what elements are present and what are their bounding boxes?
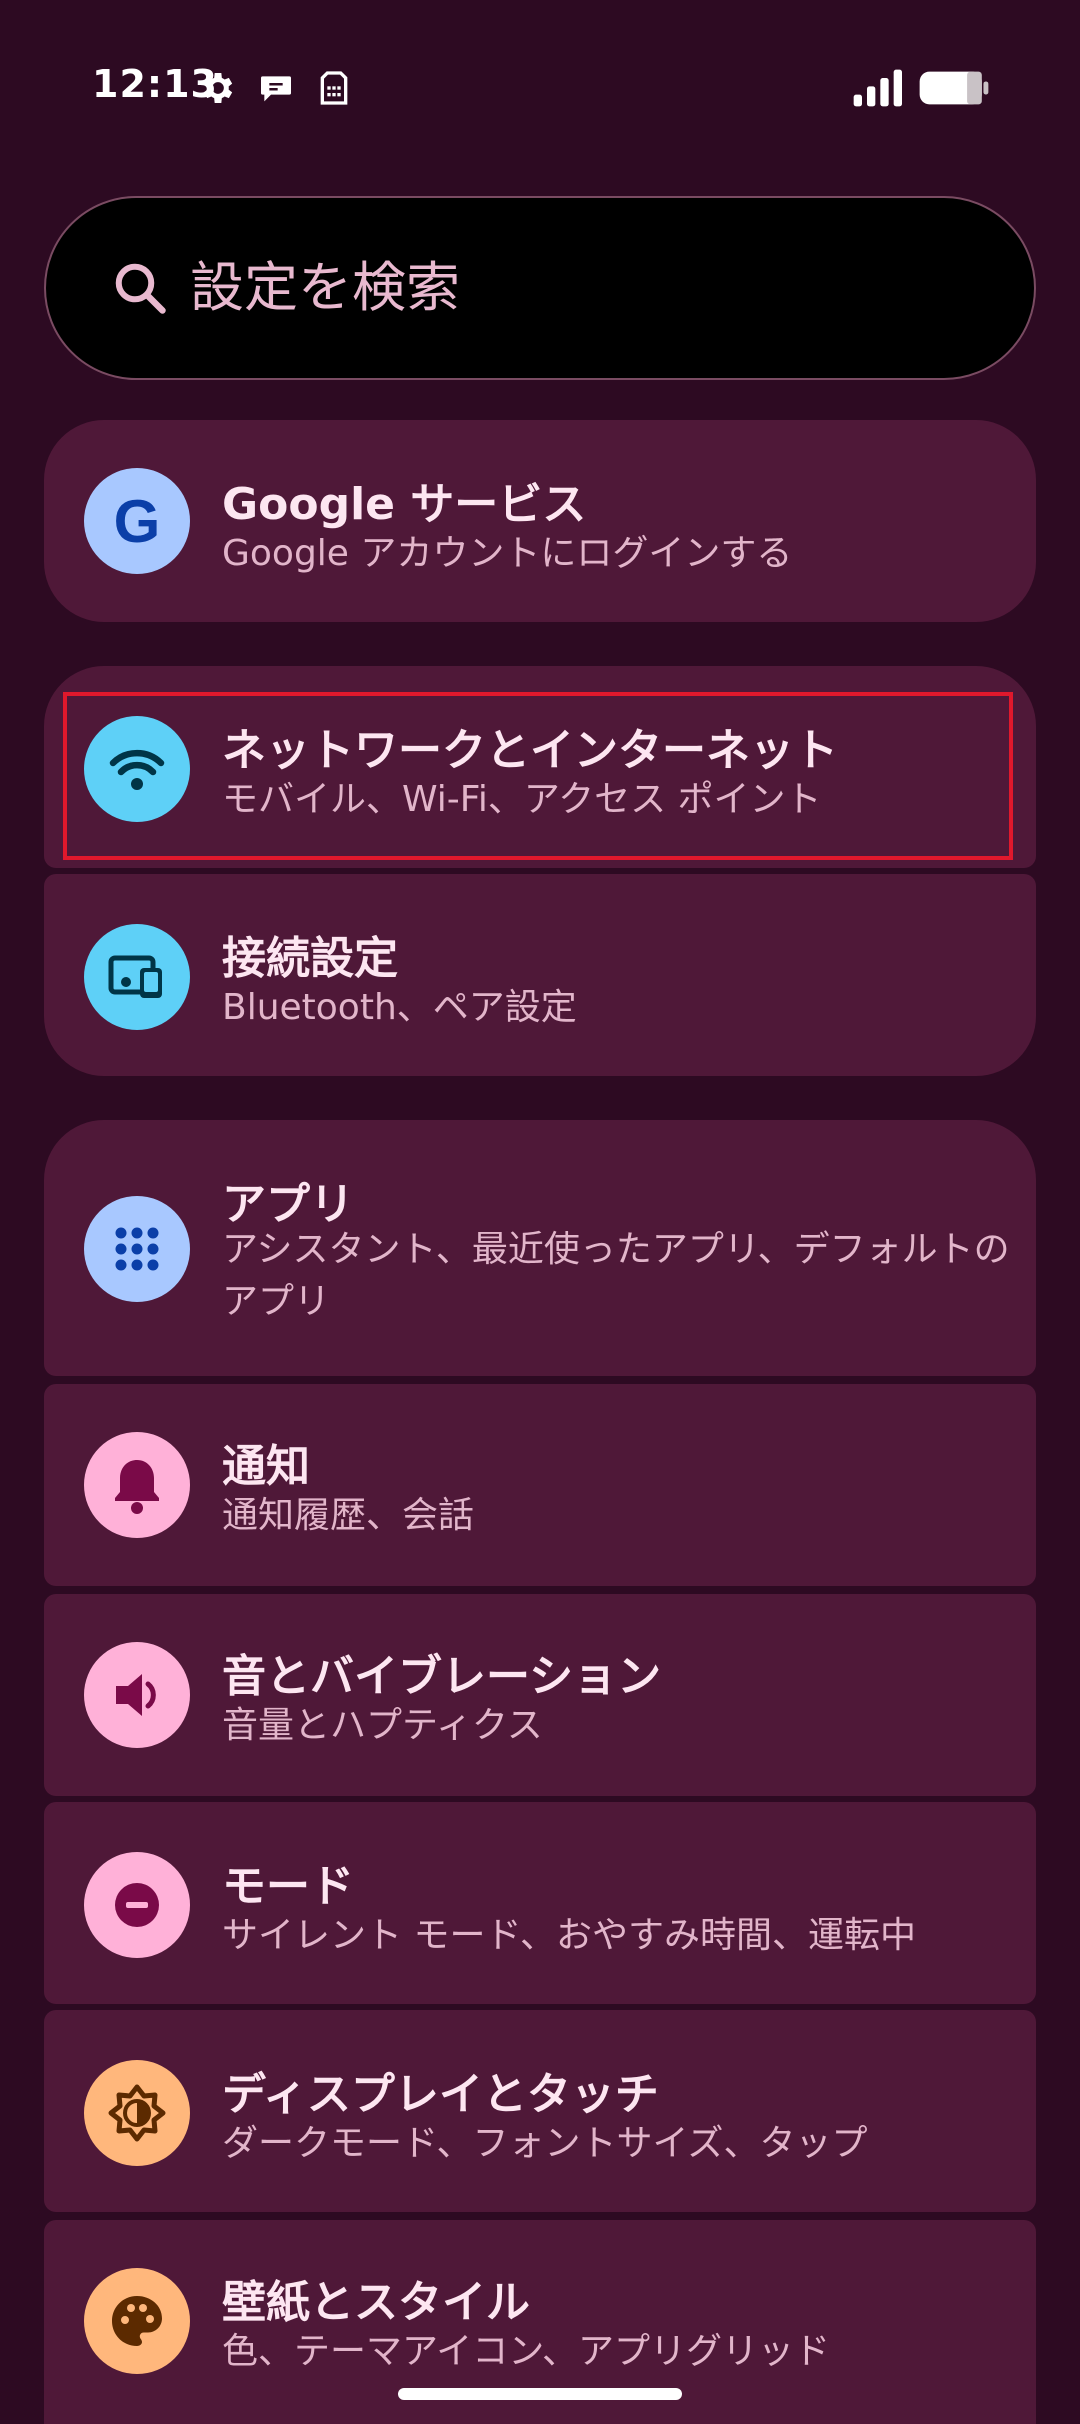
settings-item-subtitle: ダークモード、フォントサイズ、タップ bbox=[222, 2123, 868, 2164]
settings-item-subtitle: Google アカウントにログインする bbox=[222, 533, 793, 574]
chat-bubble-icon bbox=[256, 68, 296, 108]
settings-item-title: 音とバイブレーション bbox=[222, 1651, 662, 1702]
search-bar[interactable]: 設定を検索 bbox=[44, 196, 1036, 380]
settings-item-sound[interactable]: 音とバイブレーション 音量とハプティクス bbox=[44, 1594, 1036, 1796]
settings-item-title: 通知 bbox=[222, 1441, 310, 1492]
brightness-icon bbox=[84, 2060, 190, 2166]
settings-item-apps[interactable]: アプリ アシスタント、最近使ったアプリ、デフォルトのアプリ bbox=[44, 1120, 1036, 1376]
settings-item-subtitle: サイレント モード、おやすみ時間、運転中 bbox=[222, 1915, 917, 1956]
wifi-icon bbox=[84, 716, 190, 822]
settings-item-google[interactable]: G Google サービス Google アカウントにログインする bbox=[44, 420, 1036, 622]
settings-item-notifications[interactable]: 通知 通知履歴、会話 bbox=[44, 1384, 1036, 1586]
connected-devices-icon bbox=[84, 924, 190, 1030]
settings-gear-icon bbox=[198, 68, 238, 108]
settings-item-title: アプリ bbox=[222, 1179, 354, 1230]
settings-item-modes[interactable]: モード サイレント モード、おやすみ時間、運転中 bbox=[44, 1802, 1036, 2004]
settings-item-connected[interactable]: 接続設定 Bluetooth、ペア設定 bbox=[44, 874, 1036, 1076]
settings-item-title: モード bbox=[222, 1861, 354, 1912]
battery-icon bbox=[918, 68, 990, 108]
settings-item-subtitle: Bluetooth、ペア設定 bbox=[222, 987, 577, 1028]
cell-signal-icon bbox=[852, 68, 902, 108]
google-icon: G bbox=[84, 468, 190, 574]
status-bar: 12:13 bbox=[0, 0, 1080, 180]
settings-item-display[interactable]: ディスプレイとタッチ ダークモード、フォントサイズ、タップ bbox=[44, 2010, 1036, 2212]
speaker-icon bbox=[84, 1642, 190, 1748]
apps-grid-icon bbox=[84, 1196, 190, 1302]
bell-icon bbox=[84, 1432, 190, 1538]
settings-item-subtitle: 通知履歴、会話 bbox=[222, 1495, 475, 1536]
settings-item-subtitle: 音量とハプティクス bbox=[222, 1705, 543, 1746]
do-not-disturb-icon bbox=[84, 1852, 190, 1958]
settings-item-subtitle: モバイル、Wi-Fi、アクセス ポイント bbox=[222, 779, 822, 820]
settings-screen: 12:13 設定を検索 G Google サービス Google アカウントにロ… bbox=[0, 0, 1080, 2424]
settings-item-title: ディスプレイとタッチ bbox=[222, 2069, 659, 2120]
settings-item-network[interactable]: ネットワークとインターネット モバイル、Wi-Fi、アクセス ポイント bbox=[44, 666, 1036, 868]
palette-icon bbox=[84, 2268, 190, 2374]
settings-item-title: Google サービス bbox=[222, 479, 587, 530]
search-icon bbox=[110, 258, 170, 318]
settings-item-subtitle: アシスタント、最近使ったアプリ、デフォルトのアプリ bbox=[222, 1229, 1010, 1322]
settings-item-title: 壁紙とスタイル bbox=[222, 2277, 530, 2328]
settings-item-title: 接続設定 bbox=[222, 933, 398, 984]
home-indicator[interactable] bbox=[398, 2388, 682, 2400]
search-placeholder: 設定を検索 bbox=[190, 256, 460, 319]
svg-text:G: G bbox=[114, 488, 161, 555]
sim-card-icon bbox=[314, 68, 354, 108]
settings-item-subtitle: 色、テーマアイコン、アプリグリッド bbox=[222, 2331, 831, 2372]
settings-item-title: ネットワークとインターネット bbox=[222, 725, 838, 776]
